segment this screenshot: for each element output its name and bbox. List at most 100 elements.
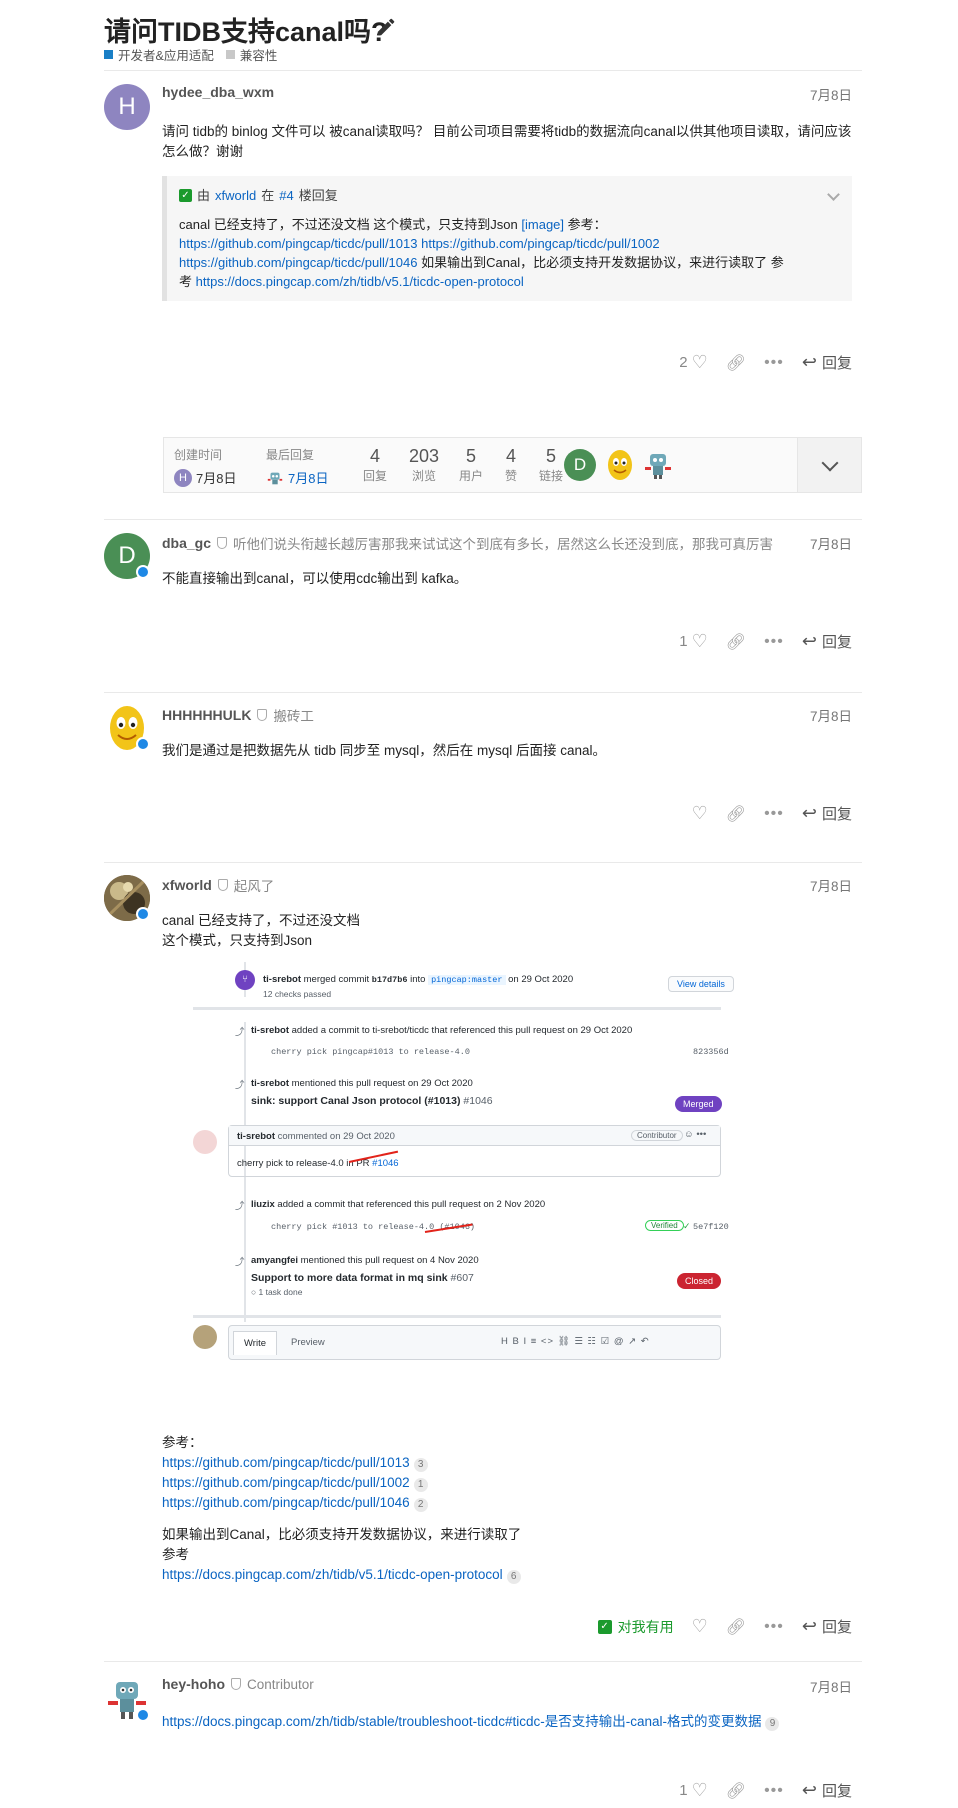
gh-comment-meta: ti-srebot commented on 29 Oct 2020 <box>237 1131 395 1142</box>
quote-link[interactable]: https://github.com/pingcap/ticdc/pull/10… <box>179 255 417 270</box>
gh-text: added a commit to ti-srebot/ticdc that r… <box>291 1025 633 1036</box>
divider <box>104 519 862 520</box>
reply-label: 回复 <box>821 634 852 651</box>
more-actions-icon[interactable]: ••• <box>764 1782 784 1800</box>
heart-icon: ♡ <box>691 631 708 651</box>
created-info: 创建时间 H 7月8日 <box>174 446 236 487</box>
tag-color-square <box>225 50 235 59</box>
stat-num: 4 <box>369 446 380 466</box>
post-text: 这个模式，只支持到Json <box>162 933 313 948</box>
merge-event: ti-srebot merged commit b17d7b6 into pin… <box>263 974 573 985</box>
last-reply-date[interactable]: 7月8日 <box>288 468 328 487</box>
gh-actor: ti-srebot <box>237 1131 275 1142</box>
quote-floor-link[interactable]: #4 <box>279 186 293 205</box>
username[interactable]: HHHHHHULK 搬砖工 <box>162 705 314 725</box>
solution-button[interactable]: ✓ 对我有用 <box>597 1617 674 1637</box>
ref-link-row: https://github.com/pingcap/ticdc/pull/10… <box>162 1473 521 1493</box>
creator-avatar[interactable]: H <box>174 468 192 487</box>
like-button[interactable]: 1 ♡ <box>679 1780 707 1801</box>
reply-arrow-icon: ↩ <box>801 352 817 372</box>
gh-verified-badge: Verified <box>645 1220 684 1231</box>
post-date[interactable]: 7月8日 <box>810 533 852 553</box>
quote-link[interactable]: https://docs.pingcap.com/zh/tidb/v5.1/ti… <box>196 274 524 289</box>
gh-title: sink: support Canal Json protocol (#1013… <box>251 1095 461 1107</box>
embedded-github-screenshot[interactable]: ⑂ ti-srebot merged commit b17d7b6 into p… <box>193 962 811 1427</box>
share-link-icon[interactable]: 🔗︎ <box>726 1781 746 1801</box>
participant-avatar-smiley-icon[interactable] <box>604 449 636 481</box>
share-link-icon[interactable]: 🔗︎ <box>726 632 746 652</box>
stat-views: 203 浏览 <box>402 446 446 484</box>
share-link-icon[interactable]: 🔗︎ <box>726 804 746 824</box>
share-link-icon[interactable]: 🔗︎ <box>726 1617 746 1637</box>
user-title: 起风了 <box>233 879 275 894</box>
more-actions-icon[interactable]: ••• <box>764 1618 784 1636</box>
ref-link[interactable]: https://github.com/pingcap/ticdc/pull/10… <box>162 1495 410 1510</box>
gh-branch: pingcap:master <box>428 975 506 985</box>
click-count: 1 <box>413 1478 428 1492</box>
stat-label: 用户 <box>458 469 483 483</box>
post-date[interactable]: 7月8日 <box>810 84 852 104</box>
stat-label: 链接 <box>538 469 563 483</box>
gh-text: into <box>410 974 426 985</box>
like-button[interactable]: 1 ♡ <box>679 631 707 652</box>
robot-avatar-icon[interactable] <box>266 469 284 487</box>
post-date[interactable]: 7月8日 <box>810 875 852 895</box>
category-badge[interactable]: 开发者&应用适配 <box>104 45 214 64</box>
gh-pr-title: Support to more data format in mq sink #… <box>251 1272 474 1284</box>
username[interactable]: dba_gc 听他们说头衔越长越厉害那我来试试这个到底有多长，居然这么长还没到底… <box>162 533 773 553</box>
reply-button[interactable]: ↩ 回复 <box>802 1780 852 1801</box>
quote-line-1: canal 已经支持了，不过还没文档 这个模式，只支持到Json [image]… <box>179 215 840 234</box>
like-button[interactable]: ♡ <box>692 803 708 824</box>
post-body: 我们是通过是把数据先从 tidb 同步至 mysql，然后在 mysql 后面接… <box>162 743 607 758</box>
participant-avatar[interactable]: D <box>564 449 596 481</box>
topic-map-expand-chevron-icon[interactable] <box>797 438 861 492</box>
like-button[interactable]: ♡ <box>692 1616 708 1637</box>
commit-icon: ⤴ <box>235 1027 245 1038</box>
edit-pencil-icon[interactable] <box>375 16 397 38</box>
click-count: 3 <box>413 1458 428 1472</box>
doc-link[interactable]: https://docs.pingcap.com/zh/tidb/v5.1/ti… <box>162 1567 503 1582</box>
gh-text: commented on 29 Oct 2020 <box>277 1131 395 1142</box>
gh-sha: 5e7f120 <box>693 1222 729 1232</box>
avatar-letter: H <box>118 93 136 120</box>
like-button[interactable]: 2 ♡ <box>679 352 707 373</box>
more-actions-icon[interactable]: ••• <box>764 805 784 823</box>
username[interactable]: xfworld 起风了 <box>162 875 274 895</box>
quote-author-link[interactable]: xfworld <box>215 186 256 205</box>
gh-event-4: amyangfei mentioned this pull request on… <box>251 1255 479 1266</box>
reply-button[interactable]: ↩ 回复 <box>802 803 852 824</box>
reply-label: 回复 <box>821 355 852 372</box>
gh-commit: cherry pick pingcap#1013 to release-4.0 <box>271 1047 470 1057</box>
more-actions-icon[interactable]: ••• <box>764 633 784 651</box>
shield-icon <box>231 1678 241 1690</box>
last-reply-info: 最后回复 7月8日 <box>266 446 328 487</box>
ref-link-row: https://docs.pingcap.com/zh/tidb/v5.1/ti… <box>162 1565 521 1585</box>
share-link-icon[interactable]: 🔗︎ <box>726 353 746 373</box>
more-actions-icon[interactable]: ••• <box>764 354 784 372</box>
reply-button[interactable]: ↩ 回复 <box>802 352 852 373</box>
avatar[interactable]: H <box>104 84 150 130</box>
quote-link[interactable]: https://github.com/pingcap/ticdc/pull/10… <box>179 236 417 251</box>
quote-link[interactable]: https://github.com/pingcap/ticdc/pull/10… <box>421 236 659 251</box>
reply-button[interactable]: ↩ 回复 <box>802 1616 852 1637</box>
gh-event-2: ti-srebot mentioned this pull request on… <box>251 1078 473 1089</box>
tag-badge[interactable]: 兼容性 <box>225 45 277 64</box>
participant-avatar-robot-icon[interactable] <box>642 449 674 481</box>
username[interactable]: hydee_dba_wxm <box>162 84 274 100</box>
verified-badge-icon <box>136 565 150 579</box>
troubleshoot-link[interactable]: https://docs.pingcap.com/zh/tidb/stable/… <box>162 1714 761 1729</box>
post-date[interactable]: 7月8日 <box>810 1676 852 1696</box>
ref-link[interactable]: https://github.com/pingcap/ticdc/pull/10… <box>162 1475 410 1490</box>
quote-mid: 在 <box>261 188 275 203</box>
username[interactable]: hey-hoho Contributor <box>162 1676 314 1692</box>
quote-image-link[interactable]: [image] <box>521 217 564 232</box>
created-date: 7月8日 <box>196 471 237 486</box>
reply-button[interactable]: ↩ 回复 <box>802 631 852 652</box>
gh-commenter-avatar <box>193 1130 217 1154</box>
ref-link[interactable]: https://github.com/pingcap/ticdc/pull/10… <box>162 1455 410 1470</box>
stat-num: 5 <box>465 446 476 466</box>
stat-links: 5 链接 <box>534 446 568 484</box>
reply-arrow-icon: ↩ <box>801 1616 817 1636</box>
post-date[interactable]: 7月8日 <box>810 705 852 725</box>
username-text: dba_gc <box>162 535 212 551</box>
